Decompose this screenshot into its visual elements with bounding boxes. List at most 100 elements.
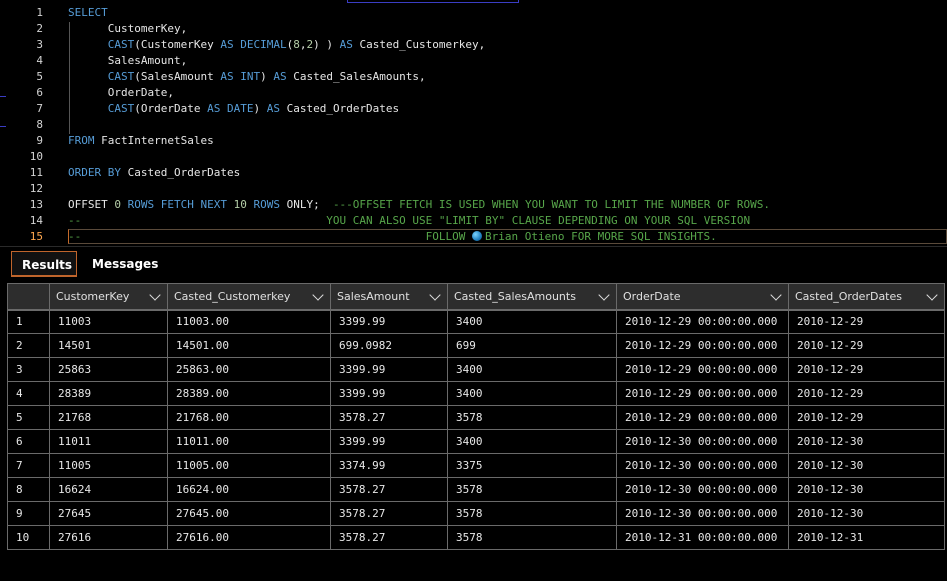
table-cell[interactable]: 11003.00 [167,308,331,334]
table-cell[interactable]: 2010-12-30 00:00:00.000 [616,429,789,454]
table-cell[interactable]: 2010-12-30 00:00:00.000 [616,501,789,526]
table-cell[interactable]: 2010-12-31 00:00:00.000 [616,525,789,550]
table-cell[interactable]: 3374.99 [330,453,448,478]
table-cell[interactable]: 27616.00 [167,525,331,550]
table-cell[interactable]: 2010-12-29 [788,308,945,334]
table-cell[interactable]: 3578 [447,501,617,526]
table-cell[interactable]: 27645.00 [167,501,331,526]
table-cell[interactable]: 2010-12-30 00:00:00.000 [616,477,789,502]
column-header[interactable]: SalesAmount [330,283,448,310]
table-cell[interactable]: 3578.27 [330,477,448,502]
table-row[interactable]: 9 27645 27645.00 3578.27 3578 2010-12-30 00:0… [7,501,945,526]
table-cell[interactable]: 3399.99 [330,308,448,334]
chevron-down-icon[interactable] [926,289,938,301]
table-cell[interactable]: 3400 [447,308,617,334]
table-cell[interactable]: 16624 [49,477,168,502]
table-cell[interactable]: 2010-12-29 00:00:00.000 [616,357,789,382]
table-cell[interactable]: 3400 [447,429,617,454]
table-row[interactable]: 5 21768 21768.00 3578.27 3578 2010-12-29 00:0… [7,405,945,430]
table-cell[interactable]: 2010-12-30 [788,477,945,502]
table-cell[interactable]: 2010-12-30 00:00:00.000 [616,453,789,478]
row-number[interactable]: 5 [7,405,50,430]
table-cell[interactable]: 2010-12-29 00:00:00.000 [616,381,789,406]
row-number[interactable]: 9 [7,501,50,526]
table-cell[interactable]: 2010-12-30 [788,453,945,478]
row-number-header [7,283,50,310]
row-number[interactable]: 6 [7,429,50,454]
table-cell[interactable]: 11011.00 [167,429,331,454]
column-header[interactable]: CustomerKey [49,283,168,310]
table-cell[interactable]: 2010-12-30 [788,429,945,454]
row-number[interactable]: 4 [7,381,50,406]
table-cell[interactable]: 25863.00 [167,357,331,382]
table-row[interactable]: 6 11011 11011.00 3399.99 3400 2010-12-30 00:0… [7,429,945,454]
table-cell[interactable]: 21768.00 [167,405,331,430]
table-cell[interactable]: 3400 [447,381,617,406]
table-cell[interactable]: 2010-12-29 [788,333,945,358]
table-cell[interactable]: 3578.27 [330,525,448,550]
table-row[interactable]: 8 16624 16624.00 3578.27 3578 2010-12-30 00:0… [7,477,945,502]
results-grid[interactable]: CustomerKey Casted_Customerkey SalesAmount… [7,283,945,550]
table-cell[interactable]: 3578 [447,477,617,502]
table-cell[interactable]: 28389 [49,381,168,406]
table-cell[interactable]: 14501.00 [167,333,331,358]
row-number[interactable]: 2 [7,333,50,358]
table-cell[interactable]: 27645 [49,501,168,526]
code-line: 1 SELECT [0,5,947,21]
table-cell[interactable]: 699 [447,333,617,358]
table-row[interactable]: 4 28389 28389.00 3399.99 3400 2010-12-29 00:0… [7,381,945,406]
table-cell[interactable]: 3578 [447,525,617,550]
chevron-down-icon[interactable] [598,289,610,301]
row-number[interactable]: 10 [7,525,50,550]
chevron-down-icon[interactable] [429,289,441,301]
line-number: 15 [29,230,43,243]
table-cell[interactable]: 11011 [49,429,168,454]
row-number[interactable]: 7 [7,453,50,478]
chevron-down-icon[interactable] [312,289,324,301]
column-header[interactable]: Casted_SalesAmounts [447,283,617,310]
table-row[interactable]: 3 25863 25863.00 3399.99 3400 2010-12-29 00:0… [7,357,945,382]
table-row[interactable]: 1 11003 11003.00 3399.99 3400 2010-12-29 00:0… [7,308,945,334]
chevron-down-icon[interactable] [149,289,161,301]
chevron-down-icon[interactable] [770,289,782,301]
table-cell[interactable]: 2010-12-30 [788,501,945,526]
column-header[interactable]: Casted_OrderDates [788,283,945,310]
row-number[interactable]: 3 [7,357,50,382]
table-cell[interactable]: 3375 [447,453,617,478]
table-cell[interactable]: 2010-12-31 [788,525,945,550]
table-cell[interactable]: 25863 [49,357,168,382]
sql-editor[interactable]: 1 SELECT 2 CustomerKey, 3 CAST(CustomerKey … [0,0,947,246]
table-cell[interactable]: 3578.27 [330,405,448,430]
row-number[interactable]: 1 [7,308,50,334]
table-row[interactable]: 10 27616 27616.00 3578.27 3578 2010-12-31 00:… [7,525,945,550]
table-cell[interactable]: 2010-12-29 [788,381,945,406]
table-cell[interactable]: 11005.00 [167,453,331,478]
row-number[interactable]: 8 [7,477,50,502]
table-cell[interactable]: 11003 [49,308,168,334]
table-cell[interactable]: 2010-12-29 [788,357,945,382]
table-cell[interactable]: 21768 [49,405,168,430]
tab-results[interactable]: Results [11,251,77,277]
table-cell[interactable]: 28389.00 [167,381,331,406]
table-cell[interactable]: 3400 [447,357,617,382]
table-cell[interactable]: 14501 [49,333,168,358]
code-token: AS DATE [207,102,254,115]
table-cell[interactable]: 699.0982 [330,333,448,358]
table-row[interactable]: 7 11005 11005.00 3374.99 3375 2010-12-30 00:0… [7,453,945,478]
table-cell[interactable]: 2010-12-29 00:00:00.000 [616,333,789,358]
table-cell[interactable]: 27616 [49,525,168,550]
table-cell[interactable]: 2010-12-29 00:00:00.000 [616,405,789,430]
tab-messages[interactable]: Messages [82,251,168,277]
table-cell[interactable]: 3578.27 [330,501,448,526]
table-cell[interactable]: 3578 [447,405,617,430]
table-cell[interactable]: 2010-12-29 00:00:00.000 [616,308,789,334]
table-cell[interactable]: 3399.99 [330,381,448,406]
table-cell[interactable]: 16624.00 [167,477,331,502]
column-header[interactable]: OrderDate [616,283,789,310]
table-row[interactable]: 2 14501 14501.00 699.0982 699 2010-12-29 00:0… [7,333,945,358]
table-cell[interactable]: 11005 [49,453,168,478]
column-header[interactable]: Casted_Customerkey [167,283,331,310]
table-cell[interactable]: 3399.99 [330,429,448,454]
table-cell[interactable]: 3399.99 [330,357,448,382]
table-cell[interactable]: 2010-12-29 [788,405,945,430]
